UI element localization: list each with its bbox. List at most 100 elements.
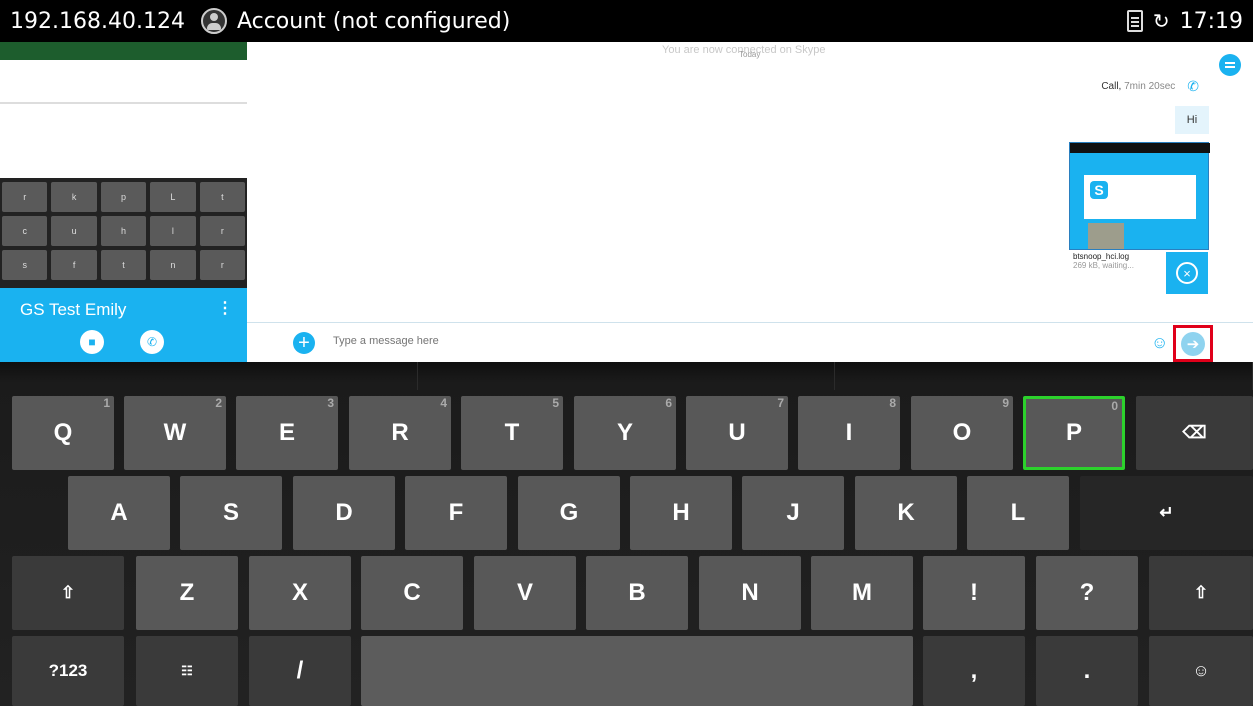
mini-key: L [150,182,196,212]
suggestion-slot[interactable] [418,362,836,390]
space-key[interactable] [361,636,913,706]
key-exclamation[interactable]: ! [923,556,1025,630]
close-icon: × [1176,262,1198,284]
mini-key: l [150,216,196,246]
emoji-key[interactable]: ☺ [1149,636,1253,706]
key-comma[interactable]: , [923,636,1025,706]
suggestion-slot[interactable] [835,362,1253,390]
file-name: btsnoop_hci.log [1073,252,1130,261]
mini-key: f [51,250,97,280]
send-highlight-box [1173,325,1213,362]
mini-key: s [2,250,48,280]
clock: 17:19 [1179,8,1243,34]
key-slash[interactable]: / [249,636,351,706]
voice-call-icon[interactable]: ✆ [140,330,164,354]
add-attachment-button[interactable]: + [293,332,315,354]
call-summary: Call, 7min 20sec ✆ [1101,78,1199,95]
video-call-icon[interactable]: ■ [80,330,104,354]
key-r[interactable]: R4 [349,396,451,470]
key-g[interactable]: G [518,476,620,550]
keyboard-thumbnail: r k p L t c u h l r s f t n r [0,178,247,288]
key-y[interactable]: Y6 [574,396,676,470]
key-label: T [504,419,520,446]
key-p[interactable]: P0 [1023,396,1125,470]
phone-icon: ✆ [1187,78,1199,94]
shift-key-left[interactable]: ⇧ [12,556,124,630]
cancel-transfer-button[interactable]: × [1166,252,1208,294]
key-n[interactable]: N [699,556,801,630]
mini-key: n [150,250,196,280]
key-m[interactable]: M [811,556,913,630]
settings-icon: ☷ [181,663,193,678]
status-bar: 192.168.40.124 Account (not configured) … [0,0,1253,42]
key-label: E [278,419,295,446]
key-hint: 3 [327,396,334,410]
file-thumbnail[interactable]: S [1069,142,1210,250]
key-hint: 7 [777,396,784,410]
key-b[interactable]: B [586,556,688,630]
backspace-key[interactable]: ⌫ [1136,396,1253,470]
suggestion-slot[interactable] [0,362,418,390]
suggestion-bar [0,362,1253,390]
key-label: P [1065,419,1082,446]
mini-key: p [100,182,147,212]
mini-row: r k p L t [2,182,246,212]
key-j[interactable]: J [742,476,844,550]
key-a[interactable]: A [68,476,170,550]
compose-bar: + ☺ ➔ [247,322,1253,362]
key-e[interactable]: E3 [236,396,338,470]
thumb-topbar [1070,143,1210,153]
key-z[interactable]: Z [136,556,238,630]
skype-logo-icon: S [1090,181,1108,199]
key-label: O [952,419,972,446]
sync-icon: ↻ [1152,9,1170,33]
file-meta: btsnoop_hci.log 269 kB, waiting... [1073,252,1134,270]
smiley-icon: ☺ [1192,661,1210,680]
key-label: R [391,419,409,446]
ip-address: 192.168.40.124 [10,8,185,34]
shift-key-right[interactable]: ⇧ [1149,556,1253,630]
key-t[interactable]: T5 [461,396,563,470]
mini-key: t [199,182,246,212]
key-s[interactable]: S [180,476,282,550]
key-hint: 8 [889,396,896,410]
key-u[interactable]: U7 [686,396,788,470]
mini-key: r [199,250,246,280]
enter-key[interactable]: ↵ [1080,476,1253,550]
onscreen-keyboard: Q1 W2 E3 R4 T5 Y6 U7 I8 O9 P0 ⌫ A S D F … [0,362,1253,706]
key-q[interactable]: Q1 [12,396,114,470]
key-v[interactable]: V [474,556,576,630]
key-d[interactable]: D [293,476,395,550]
file-status: 269 kB, waiting... [1073,261,1134,270]
contact-panel: ‹ r k p L t c u h l r s f t n r GS Test … [0,42,247,362]
mini-key: c [2,216,48,246]
keyboard-settings-key[interactable]: ☷ [136,636,238,706]
sim-icon [1126,10,1143,32]
key-i[interactable]: I8 [798,396,900,470]
key-l[interactable]: L [967,476,1069,550]
key-f[interactable]: F [405,476,507,550]
key-period[interactable]: . [1036,636,1138,706]
more-options-icon[interactable]: ⋮ [217,298,233,318]
message-bubble: Hi [1175,106,1209,134]
key-hint: 4 [440,396,447,410]
key-question[interactable]: ? [1036,556,1138,630]
date-label: Today [739,50,761,59]
mini-key: t [100,250,147,280]
key-x[interactable]: X [249,556,351,630]
key-o[interactable]: O9 [911,396,1013,470]
shift-icon: ⇧ [60,583,76,602]
mini-key: r [199,216,246,246]
key-w[interactable]: W2 [124,396,226,470]
message-input[interactable] [333,335,833,347]
emoji-icon[interactable]: ☺ [1151,333,1168,353]
key-hint: 1 [103,396,110,410]
back-icon[interactable]: ‹ [18,53,27,79]
account-icon [200,8,227,34]
key-k[interactable]: K [855,476,957,550]
key-h[interactable]: H [630,476,732,550]
key-c[interactable]: C [361,556,463,630]
tablet-screen: 192.168.40.124 Account (not configured) … [0,0,1253,706]
chat-icon[interactable] [1219,54,1241,76]
symbols-key[interactable]: ?123 [12,636,124,706]
